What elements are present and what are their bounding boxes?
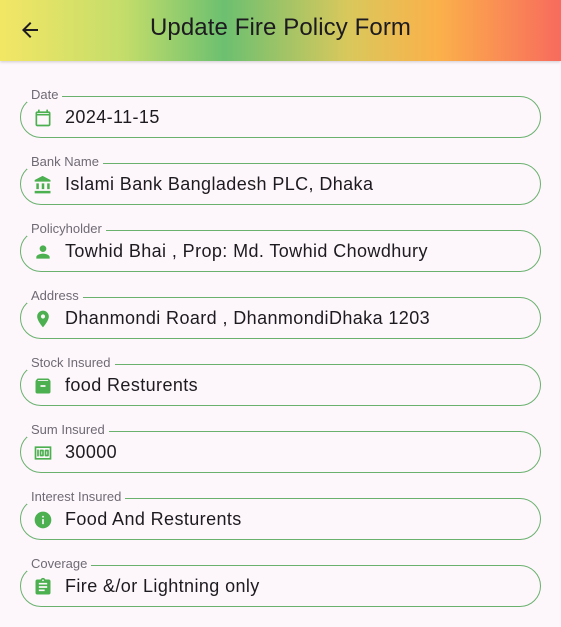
page-title: Update Fire Policy Form <box>149 14 412 41</box>
address-label: Address <box>27 289 83 303</box>
coverage-value: Fire &/or Lightning only <box>65 576 260 596</box>
stock-insured-field[interactable]: Stock Insured food Resturents <box>20 356 541 406</box>
interest-insured-field[interactable]: Interest Insured Food And Resturents <box>20 490 541 540</box>
person-icon <box>32 241 54 263</box>
info-icon <box>32 509 54 531</box>
coverage-field[interactable]: Coverage Fire &/or Lightning only <box>20 557 541 607</box>
stock-insured-value: food Resturents <box>65 375 199 395</box>
app-bar: Update Fire Policy Form <box>0 0 561 61</box>
sum-insured-value: 30000 <box>65 442 118 462</box>
bank-name-value: Islami Bank Bangladesh PLC, Dhaka <box>65 174 374 194</box>
bank-name-label: Bank Name <box>27 155 103 169</box>
policyholder-field[interactable]: Policyholder Towhid Bhai , Prop: Md. Tow… <box>20 222 541 272</box>
policyholder-value: Towhid Bhai , Prop: Md. Towhid Chowdhury <box>65 241 428 261</box>
date-value: 2024-11-15 <box>65 107 160 127</box>
date-label: Date <box>27 88 63 102</box>
clipboard-icon <box>32 576 54 598</box>
calendar-icon <box>32 107 54 129</box>
sum-insured-field[interactable]: Sum Insured 30000 <box>20 423 541 473</box>
coverage-label: Coverage <box>27 557 92 571</box>
interest-insured-value: Food And Resturents <box>65 509 242 529</box>
policyholder-label: Policyholder <box>27 222 106 236</box>
stock-insured-label: Stock Insured <box>27 356 115 370</box>
archive-box-icon <box>32 375 54 397</box>
interest-insured-label: Interest Insured <box>27 490 126 504</box>
bank-name-field[interactable]: Bank Name Islami Bank Bangladesh PLC, Dh… <box>20 155 541 205</box>
address-field[interactable]: Address Dhanmondi Roard , DhanmondiDhaka… <box>20 289 541 339</box>
location-pin-icon <box>32 308 54 330</box>
address-value: Dhanmondi Roard , DhanmondiDhaka 1203 <box>65 308 431 328</box>
date-field[interactable]: Date 2024-11-15 <box>20 88 541 138</box>
money-icon <box>32 442 54 464</box>
bank-icon <box>32 174 54 196</box>
sum-insured-label: Sum Insured <box>27 423 109 437</box>
